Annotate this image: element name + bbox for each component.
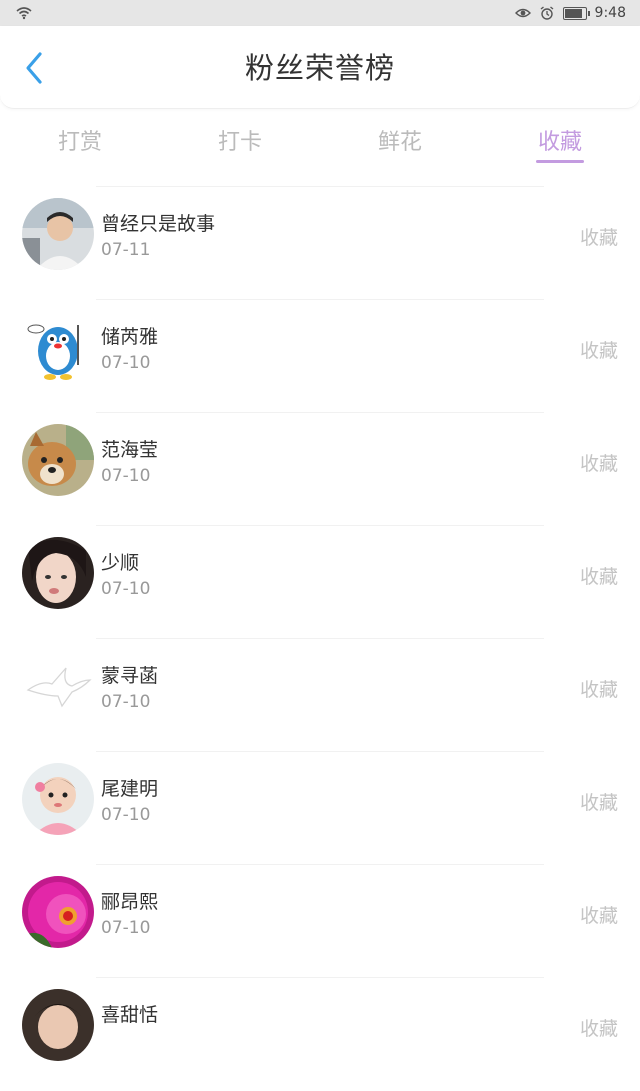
- fan-date: 07-10: [101, 466, 151, 486]
- favorite-label[interactable]: 收藏: [580, 562, 618, 589]
- tab-label: 打卡: [217, 130, 262, 155]
- alarm-icon: [539, 6, 555, 20]
- fan-date: 07-11: [101, 240, 151, 260]
- favorite-label[interactable]: 收藏: [580, 788, 618, 815]
- avatar: [22, 876, 94, 948]
- fan-date: 07-10: [101, 353, 151, 373]
- fan-list: 曾经只是故事 07-11 收藏 储芮雅 07-10 收藏 范海莹 07-10 收…: [0, 186, 640, 1090]
- tab-reward[interactable]: 打赏: [0, 108, 160, 170]
- fan-date: 07-10: [101, 918, 151, 938]
- list-item[interactable]: 少顺 07-10 收藏: [22, 525, 618, 638]
- status-bar: 9:48: [0, 0, 640, 26]
- fan-name: 储芮雅: [101, 326, 159, 348]
- header-bar: 粉丝荣誉榜: [0, 26, 640, 109]
- favorite-label[interactable]: 收藏: [580, 336, 618, 363]
- back-arrow-icon: [26, 52, 42, 84]
- status-right: 9:48: [514, 5, 626, 21]
- eye-icon: [514, 6, 531, 20]
- favorite-label[interactable]: 收藏: [580, 1014, 618, 1041]
- fan-date: 07-10: [101, 692, 151, 712]
- tab-label: 收藏: [537, 130, 582, 155]
- fan-name: 蒙寻菡: [101, 665, 159, 687]
- list-item[interactable]: 曾经只是故事 07-11 收藏: [22, 186, 618, 299]
- avatar: [22, 311, 94, 383]
- fan-name: 曾经只是故事: [101, 213, 216, 235]
- tab-flowers[interactable]: 鲜花: [320, 108, 480, 170]
- tab-checkin[interactable]: 打卡: [160, 108, 320, 170]
- status-time: 9:48: [594, 5, 626, 21]
- tab-label: 打赏: [57, 130, 102, 155]
- fan-date: 07-10: [101, 805, 151, 825]
- favorite-label[interactable]: 收藏: [580, 901, 618, 928]
- favorite-label[interactable]: 收藏: [580, 223, 618, 250]
- tab-bar: 打赏 打卡 鲜花 收藏: [0, 108, 640, 170]
- list-item[interactable]: 蒙寻菡 07-10 收藏: [22, 638, 618, 751]
- back-button[interactable]: [18, 52, 50, 84]
- avatar: [22, 763, 94, 835]
- battery-icon: [562, 6, 590, 20]
- list-item[interactable]: 尾建明 07-10 收藏: [22, 751, 618, 864]
- list-item[interactable]: 范海莹 07-10 收藏: [22, 412, 618, 525]
- fan-name: 喜甜恬: [101, 1004, 159, 1026]
- fan-name: 少顺: [101, 552, 140, 574]
- tab-active-indicator: [536, 160, 584, 163]
- wifi-icon: [16, 6, 32, 20]
- tab-favorites[interactable]: 收藏: [480, 108, 640, 170]
- avatar: [22, 989, 94, 1061]
- avatar: [22, 650, 94, 722]
- fan-name: 郦昂熙: [101, 891, 159, 913]
- avatar: [22, 537, 94, 609]
- fan-name: 尾建明: [101, 778, 159, 800]
- list-item[interactable]: 喜甜恬 收藏: [22, 977, 618, 1090]
- favorite-label[interactable]: 收藏: [580, 675, 618, 702]
- avatar: [22, 198, 94, 270]
- fan-name: 范海莹: [101, 439, 159, 461]
- list-item[interactable]: 郦昂熙 07-10 收藏: [22, 864, 618, 977]
- fan-date: 07-10: [101, 579, 151, 599]
- favorite-label[interactable]: 收藏: [580, 449, 618, 476]
- list-item[interactable]: 储芮雅 07-10 收藏: [22, 299, 618, 412]
- avatar: [22, 424, 94, 496]
- tab-label: 鲜花: [377, 130, 422, 155]
- page-title: 粉丝荣誉榜: [244, 51, 395, 85]
